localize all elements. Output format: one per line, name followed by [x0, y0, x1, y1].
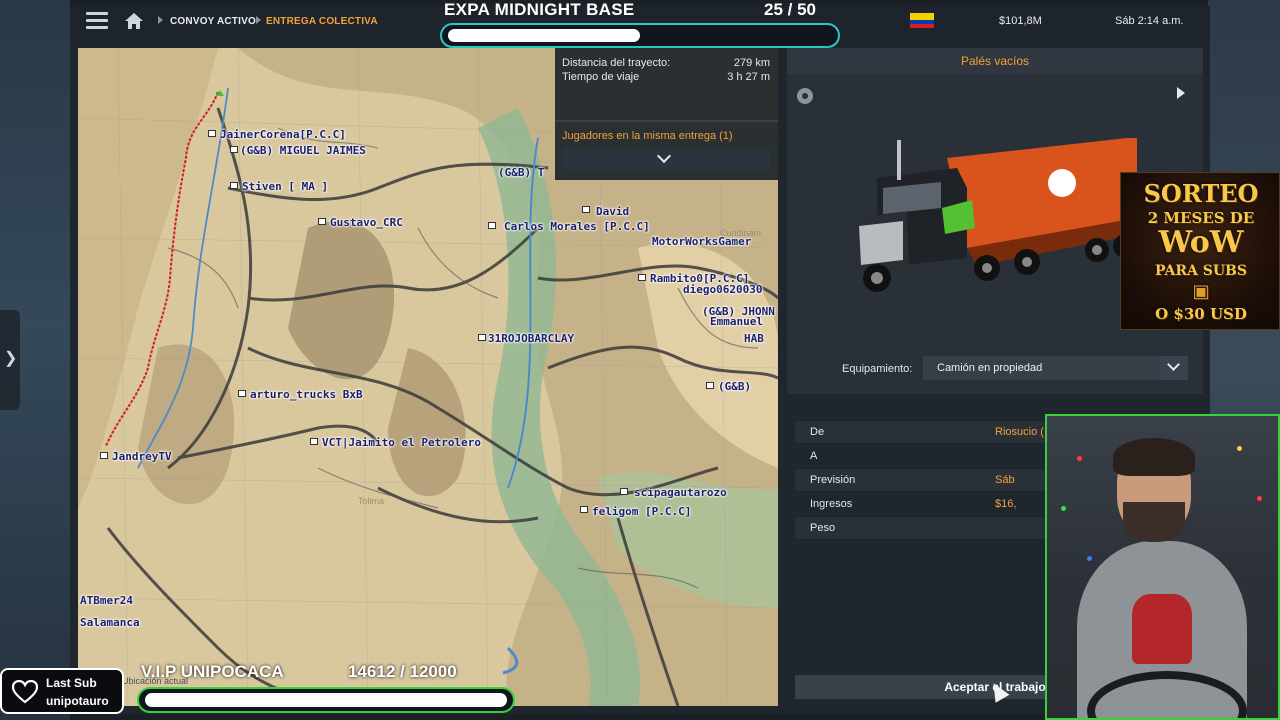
- travel-time-value: 3 h 27 m: [727, 71, 770, 83]
- equipment-value: Camión en propiedad: [937, 362, 1043, 374]
- map-player-label: Stiven [ MA ]: [242, 180, 329, 193]
- map-player-label: ATBmer24: [80, 594, 133, 607]
- streamer-hair: [1113, 438, 1195, 476]
- player-marker-icon[interactable]: [638, 274, 646, 281]
- vip-goal-title: V.I.P UNIPOCACA: [141, 662, 284, 681]
- map-player-label: Gustavo_CRC: [330, 216, 403, 229]
- home-icon[interactable]: [124, 12, 144, 30]
- promo-line: SORTEO: [1143, 179, 1259, 208]
- base-count: 25 / 50: [764, 0, 816, 19]
- row-key: A: [810, 450, 818, 462]
- row-value: Sáb: [995, 474, 1015, 486]
- last-sub-label: Last Sub: [46, 676, 97, 690]
- row-value: Riosucio (: [995, 426, 1044, 438]
- map-player-label: HAB: [744, 332, 764, 345]
- sweater-santa: [1132, 594, 1192, 664]
- breadcrumb-convoy[interactable]: CONVOY ACTIVO: [170, 16, 256, 27]
- heart-icon: [12, 680, 38, 704]
- travel-time-label: Tiempo de viaje: [562, 71, 640, 83]
- map-player-label: David: [596, 205, 630, 218]
- promo-line: O $30 USD: [1155, 305, 1247, 323]
- vip-progress-bar: [137, 687, 515, 713]
- breadcrumb-separator: [158, 16, 163, 24]
- chevron-down-icon: [656, 148, 672, 164]
- map-player-label: (G&B) T: [498, 166, 545, 179]
- light-icon: [1257, 496, 1262, 501]
- map-player-label: feligom [P.C.C]: [592, 505, 692, 518]
- map-player-label: diego0620030: [683, 283, 763, 296]
- promo-line: PARA SUBS: [1154, 263, 1247, 279]
- last-sub-widget: Last Sub unipotauro: [0, 668, 124, 714]
- base-progress-bar: [440, 23, 840, 48]
- light-icon: [1087, 556, 1092, 561]
- treasure-chest-icon: ▣: [1192, 281, 1210, 302]
- light-icon: [1237, 446, 1242, 451]
- chevron-right-icon: ❯: [4, 350, 18, 367]
- row-key: Previsión: [810, 474, 856, 486]
- distance-value: 279 km: [733, 57, 770, 69]
- player-marker-icon[interactable]: [230, 182, 238, 189]
- breadcrumb-separator: [256, 16, 261, 24]
- map-player-label: Emmanuel: [710, 315, 763, 328]
- map-region-label: Tolima: [358, 496, 385, 506]
- player-marker-icon[interactable]: [310, 438, 318, 445]
- row-key: De: [810, 426, 825, 438]
- vip-goal-count: 14612 / 12000: [348, 662, 457, 681]
- vip-progress-fill: [145, 693, 507, 707]
- player-marker-icon[interactable]: [100, 452, 108, 459]
- map-player-label: scipagautarozo: [634, 486, 727, 499]
- gear-icon[interactable]: [797, 88, 813, 104]
- map-player-label: JandreyTV: [112, 450, 172, 463]
- equipment-dropdown-button[interactable]: [1160, 356, 1188, 380]
- map-player-label: (G&B) MIGUEL JAIMES: [240, 144, 366, 157]
- player-marker-icon[interactable]: [208, 130, 216, 137]
- player-marker-icon[interactable]: [620, 488, 628, 495]
- money-display: $101,8M: [999, 15, 1042, 27]
- player-marker-icon[interactable]: [230, 146, 238, 153]
- row-key: Ingresos: [810, 498, 853, 510]
- player-marker-icon[interactable]: [488, 222, 496, 229]
- divider: [555, 120, 778, 122]
- player-marker-icon[interactable]: [318, 218, 326, 225]
- menu-icon[interactable]: [86, 12, 108, 30]
- row-value: $16,: [995, 498, 1017, 510]
- base-title: EXPA MIDNIGHT BASE: [444, 0, 635, 19]
- chevron-down-icon: [1167, 358, 1180, 371]
- light-icon: [1077, 456, 1082, 461]
- map-player-label: (G&B): [718, 380, 752, 393]
- player-marker-icon[interactable]: [478, 334, 486, 341]
- cargo-header: Palés vacíos: [787, 48, 1203, 74]
- route-info-panel: Distancia del trayecto: 279 km Tiempo de…: [555, 48, 778, 180]
- map-player-label: arturo_trucks BxB: [250, 388, 363, 401]
- map-region-label: Cundinam: [720, 228, 762, 238]
- game-time: Sáb 2:14 a.m.: [1115, 15, 1184, 27]
- equipment-label: Equipamiento:: [842, 363, 913, 375]
- side-tab[interactable]: ❯: [0, 310, 20, 410]
- giveaway-banner: SORTEO 2 MESES DE WoW PARA SUBS ▣ O $30 …: [1120, 172, 1280, 330]
- ecuador-flag-icon: [910, 13, 934, 28]
- players-same-delivery[interactable]: Jugadores en la misma entrega (1): [562, 130, 733, 142]
- player-marker-icon[interactable]: [582, 206, 590, 213]
- light-icon: [1061, 506, 1066, 511]
- base-progress-fill: [448, 29, 640, 42]
- row-key: Peso: [810, 522, 836, 534]
- expand-players-button[interactable]: [563, 148, 770, 170]
- map-player-label: Carlos Morales [P.C.C]: [504, 220, 650, 233]
- player-marker-icon[interactable]: [580, 506, 588, 513]
- player-marker-icon[interactable]: [706, 382, 714, 389]
- next-arrow-icon[interactable]: [1177, 87, 1185, 99]
- streamer-beard: [1123, 502, 1185, 542]
- last-sub-name: unipotauro: [46, 694, 109, 708]
- distance-label: Distancia del trayecto:: [562, 57, 671, 69]
- map-player-label: JainerCorena[P.C.C]: [220, 128, 346, 141]
- equipment-select[interactable]: Camión en propiedad: [923, 356, 1160, 380]
- map-player-label: VCT|Jaimito el Petrolero: [322, 436, 481, 449]
- promo-wow-logo: WoW: [1158, 225, 1244, 260]
- cargo-title: Palés vacíos: [960, 54, 1030, 68]
- map-player-label: 31ROJOBARCLAY: [488, 332, 575, 345]
- webcam-overlay: [1045, 414, 1280, 720]
- map-place-label: Salamanca: [80, 616, 140, 629]
- breadcrumb-collective-delivery[interactable]: ENTREGA COLECTIVA: [266, 16, 378, 27]
- player-marker-icon[interactable]: [238, 390, 246, 397]
